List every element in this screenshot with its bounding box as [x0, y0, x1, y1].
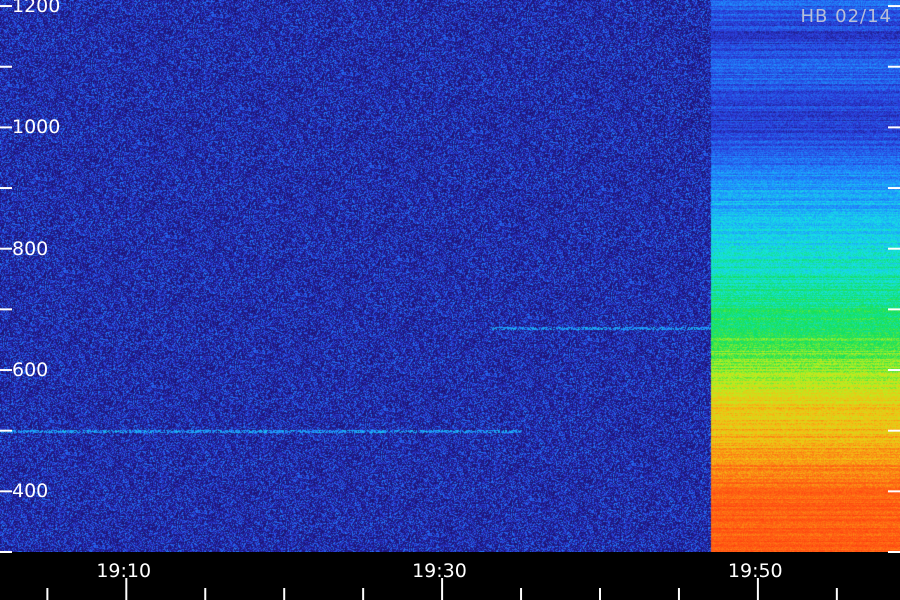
y-tick-label-1200: 1200 — [12, 0, 61, 18]
station-date-annotation: HB 02/14 — [800, 6, 892, 27]
x-tick-label-1930: 19:30 — [412, 560, 467, 582]
axes-overlay — [0, 5, 900, 600]
y-tick-label-400: 400 — [12, 480, 49, 503]
spectrogram-figure: 400 600 800 1000 1200 19:10 19:30 19:50 HB 02/1… — [0, 0, 900, 600]
y-tick-label-600: 600 — [12, 359, 49, 382]
x-tick-label-1910: 19:10 — [96, 560, 152, 582]
x-tick-label-1950: 19:50 — [727, 560, 783, 582]
y-tick-label-800: 800 — [12, 237, 49, 260]
y-tick-label-1000: 1000 — [12, 116, 61, 139]
